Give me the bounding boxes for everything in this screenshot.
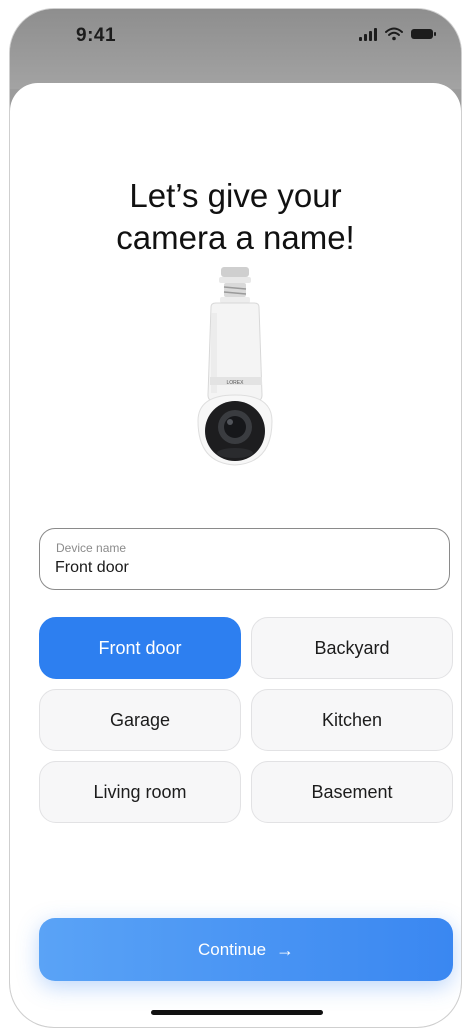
suggestion-chip-living-room[interactable]: Living room <box>39 761 241 823</box>
suggestion-chip-backyard[interactable]: Backyard <box>251 617 453 679</box>
suggestion-chip-front-door[interactable]: Front door <box>39 617 241 679</box>
page-title: Let’s give your camera a name! <box>10 175 461 259</box>
phone-frame: 9:41 Let’s give your camera a name! LORE… <box>10 9 461 1027</box>
battery-icon <box>411 29 436 39</box>
device-name-label: Device name <box>56 541 127 555</box>
continue-button[interactable]: Continue → <box>39 918 453 981</box>
name-suggestions: Front door Backyard Garage Kitchen Livin… <box>39 617 453 823</box>
camera-illustration: LOREX <box>197 267 273 466</box>
home-indicator[interactable] <box>151 1010 323 1015</box>
camera-brand-text: LOREX <box>227 380 245 386</box>
continue-button-label: Continue <box>197 939 267 959</box>
setup-sheet: Let’s give your camera a name! LOREX Dev… <box>10 83 461 1027</box>
signal-icon <box>359 27 377 41</box>
status-bar: 9:41 <box>10 9 461 89</box>
device-name-input[interactable] <box>55 559 425 577</box>
status-icons <box>359 27 436 41</box>
suggestion-chip-garage[interactable]: Garage <box>39 689 241 751</box>
status-time: 9:41 <box>76 25 117 46</box>
wifi-icon <box>385 27 403 41</box>
device-name-field[interactable]: Device name <box>39 528 450 590</box>
suggestion-chip-basement[interactable]: Basement <box>251 761 453 823</box>
page-title-line-2: camera a name! <box>116 219 355 257</box>
arrow-right-icon: → <box>276 939 295 960</box>
page-title-line-1: Let’s give your <box>129 177 342 215</box>
suggestion-chip-kitchen[interactable]: Kitchen <box>251 689 453 751</box>
